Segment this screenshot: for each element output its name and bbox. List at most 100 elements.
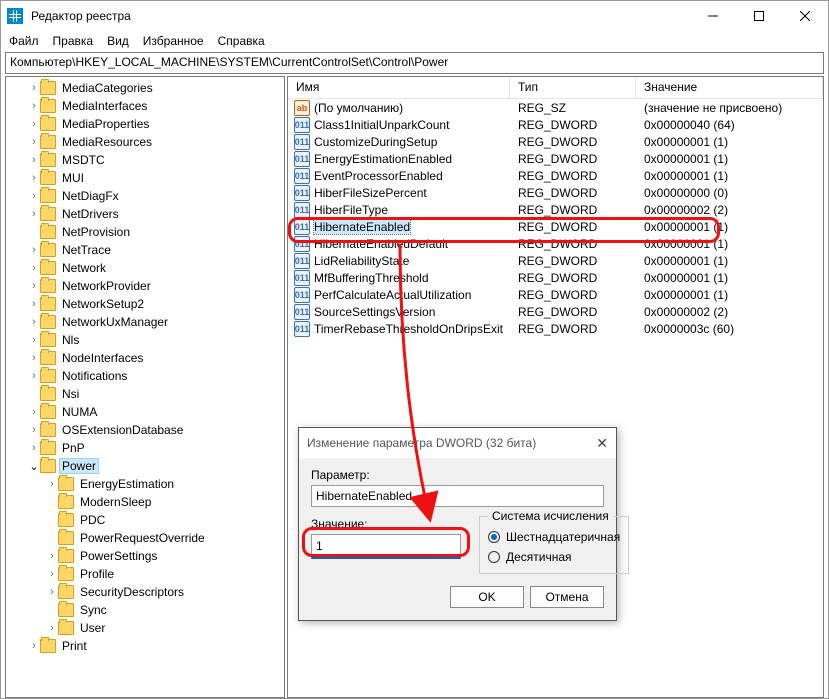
value-data: 0x00000002 (2) [636, 203, 823, 217]
tree-item-power[interactable]: ⌄Power [6, 457, 284, 475]
tree-label: Nsi [60, 387, 81, 401]
menu-view[interactable]: Вид [107, 34, 129, 48]
maximize-button[interactable] [736, 1, 782, 31]
tree-item-networkprovider[interactable]: ›NetworkProvider [6, 277, 284, 295]
value-row[interactable]: 011MfBufferingThresholdREG_DWORD0x000000… [288, 269, 823, 286]
tree-item-netprovision[interactable]: NetProvision [6, 223, 284, 241]
chevron-right-icon[interactable]: › [28, 262, 40, 274]
tree-item-msdtc[interactable]: ›MSDTC [6, 151, 284, 169]
chevron-right-icon[interactable]: › [28, 424, 40, 436]
tree-item-modernsleep[interactable]: ModernSleep [6, 493, 284, 511]
value-row[interactable]: 011LidReliabilityStateREG_DWORD0x0000000… [288, 252, 823, 269]
tree-label: PnP [60, 441, 87, 455]
tree-item-energyestimation[interactable]: ›EnergyEstimation [6, 475, 284, 493]
chevron-right-icon[interactable]: › [46, 478, 58, 490]
chevron-right-icon[interactable]: › [28, 406, 40, 418]
chevron-right-icon[interactable]: › [28, 298, 40, 310]
col-name[interactable]: Имя [288, 77, 510, 98]
tree-item-mediainterfaces[interactable]: ›MediaInterfaces [6, 97, 284, 115]
tree-item-powerrequestoverride[interactable]: PowerRequestOverride [6, 529, 284, 547]
tree-item-numa[interactable]: ›NUMA [6, 403, 284, 421]
value-row[interactable]: 011HibernateEnabledDefaultREG_DWORD0x000… [288, 235, 823, 252]
chevron-right-icon[interactable]: › [28, 244, 40, 256]
tree-panel[interactable]: › MediaCategories ›MediaInterfaces›MediaPr… [5, 76, 285, 698]
value-row[interactable]: 011TimerRebaseThresholdOnDripsExitREG_DW… [288, 320, 823, 337]
chevron-right-icon[interactable]: › [46, 550, 58, 562]
dialog-close-icon[interactable]: ✕ [596, 435, 608, 452]
tree-item-network[interactable]: ›Network [6, 259, 284, 277]
col-data[interactable]: Значение [636, 77, 823, 98]
chevron-right-icon[interactable]: › [28, 82, 40, 94]
address-bar[interactable]: Компьютер\HKEY_LOCAL_MACHINE\SYSTEM\Curr… [5, 52, 824, 74]
tree-label: MediaCategories [60, 81, 155, 95]
chevron-right-icon[interactable]: › [28, 136, 40, 148]
chevron-right-icon[interactable]: › [28, 442, 40, 454]
chevron-right-icon[interactable]: › [28, 316, 40, 328]
value-row[interactable]: 011HiberFileTypeREG_DWORD0x00000002 (2) [288, 201, 823, 218]
ok-button[interactable]: OK [450, 586, 524, 608]
tree-item-notifications[interactable]: ›Notifications [6, 367, 284, 385]
value-row[interactable]: 011CustomizeDuringSetupREG_DWORD0x000000… [288, 133, 823, 150]
tree-item-pnp[interactable]: › PnP [6, 439, 284, 457]
tree-item-nls[interactable]: ›Nls [6, 331, 284, 349]
menu-favorites[interactable]: Избранное [143, 34, 204, 48]
chevron-right-icon[interactable]: › [28, 352, 40, 364]
chevron-right-icon[interactable]: › [28, 172, 40, 184]
chevron-right-icon[interactable]: › [28, 118, 40, 130]
chevron-right-icon[interactable]: › [28, 370, 40, 382]
tree-item-user[interactable]: ›User [6, 619, 284, 637]
minimize-button[interactable] [690, 1, 736, 31]
tree-item-netdrivers[interactable]: ›NetDrivers [6, 205, 284, 223]
tree-item-mediaresources[interactable]: ›MediaResources [6, 133, 284, 151]
tree-item-powersettings[interactable]: ›PowerSettings [6, 547, 284, 565]
tree-item-nsi[interactable]: Nsi [6, 385, 284, 403]
param-name-field[interactable]: HibernateEnabled [311, 485, 604, 507]
chevron-right-icon[interactable]: › [28, 100, 40, 112]
col-type[interactable]: Тип [510, 77, 636, 98]
tree-item-print[interactable]: ›Print [6, 637, 284, 655]
tree-item-networkuxmanager[interactable]: ›NetworkUxManager [6, 313, 284, 331]
tree-item-profile[interactable]: ›Profile [6, 565, 284, 583]
value-row[interactable]: 011Class1InitialUnparkCountREG_DWORD0x00… [288, 116, 823, 133]
value-row[interactable]: 011PerfCalculateActualUtilizationREG_DWO… [288, 286, 823, 303]
chevron-right-icon[interactable]: › [28, 640, 40, 652]
chevron-right-icon[interactable]: › [46, 568, 58, 580]
chevron-right-icon[interactable]: › [28, 334, 40, 346]
cancel-button[interactable]: Отмена [530, 586, 604, 608]
value-row[interactable]: ab(По умолчанию)REG_SZ(значение не присв… [288, 99, 823, 116]
menu-help[interactable]: Справка [218, 34, 265, 48]
folder-icon [40, 99, 56, 113]
menu-edit[interactable]: Правка [53, 34, 94, 48]
value-row[interactable]: 011HibernateEnabledREG_DWORD0x00000001 (… [288, 218, 823, 235]
close-button[interactable] [782, 1, 828, 31]
folder-icon [58, 495, 74, 509]
chevron-right-icon[interactable]: › [28, 190, 40, 202]
menu-file[interactable]: Файл [9, 34, 39, 48]
tree-item-mediacategories[interactable]: › MediaCategories [6, 79, 284, 97]
chevron-right-icon[interactable]: › [28, 208, 40, 220]
tree-item-netdiagfx[interactable]: ›NetDiagFx [6, 187, 284, 205]
value-row[interactable]: 011EnergyEstimationEnabledREG_DWORD0x000… [288, 150, 823, 167]
tree-item-nettrace[interactable]: ›NetTrace [6, 241, 284, 259]
chevron-right-icon[interactable]: › [46, 622, 58, 634]
tree-item-osextensiondatabase[interactable]: ›OSExtensionDatabase [6, 421, 284, 439]
value-type: REG_DWORD [510, 271, 636, 285]
value-row[interactable]: 011EventProcessorEnabledREG_DWORD0x00000… [288, 167, 823, 184]
tree-item-nodeinterfaces[interactable]: ›NodeInterfaces [6, 349, 284, 367]
tree-item-mediaproperties[interactable]: ›MediaProperties [6, 115, 284, 133]
chevron-right-icon[interactable]: › [46, 586, 58, 598]
value-row[interactable]: 011HiberFileSizePercentREG_DWORD0x000000… [288, 184, 823, 201]
tree-item-pdc[interactable]: PDC [6, 511, 284, 529]
radio-hex[interactable]: Шестнадцатеричная [488, 527, 620, 547]
tree-item-networksetup2[interactable]: ›NetworkSetup2 [6, 295, 284, 313]
chevron-down-icon[interactable]: ⌄ [28, 460, 40, 473]
chevron-right-icon[interactable]: › [28, 154, 40, 166]
chevron-right-icon[interactable]: › [28, 280, 40, 292]
tree-item-securitydescriptors[interactable]: ›SecurityDescriptors [6, 583, 284, 601]
folder-icon [40, 297, 56, 311]
value-row[interactable]: 011SourceSettingsVersionREG_DWORD0x00000… [288, 303, 823, 320]
value-input[interactable]: 1 [311, 534, 461, 559]
radio-dec[interactable]: Десятичная [488, 547, 620, 567]
tree-item-sync[interactable]: Sync [6, 601, 284, 619]
tree-item-mui[interactable]: ›MUI [6, 169, 284, 187]
